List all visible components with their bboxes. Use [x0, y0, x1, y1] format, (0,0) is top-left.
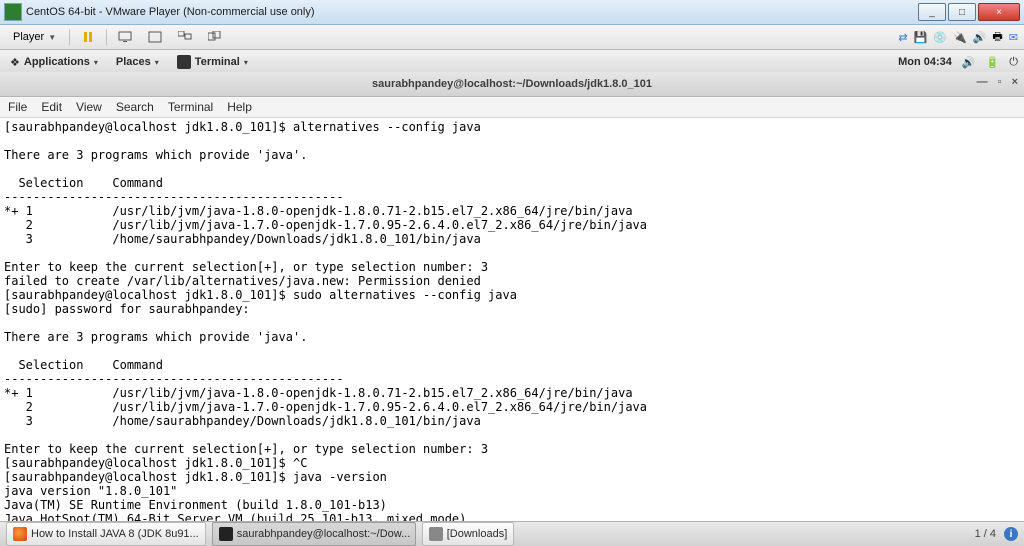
chevron-down-icon: ▾ — [244, 58, 248, 67]
terminal-titlebar[interactable]: saurabhpandey@localhost:~/Downloads/jdk1… — [0, 72, 1024, 97]
menu-edit[interactable]: Edit — [41, 100, 62, 114]
vmware-sound-icon[interactable]: 🔊 — [973, 31, 987, 44]
vmware-unity-button[interactable] — [173, 27, 197, 47]
terminal-text: [saurabhpandey@localhost jdk1.8.0_101]$ … — [4, 120, 647, 540]
win7-title: CentOS 64-bit - VMware Player (Non-comme… — [26, 6, 315, 18]
win7-minimize-button[interactable]: _ — [918, 3, 946, 21]
task-label: How to Install JAVA 8 (JDK 8u91... — [31, 528, 199, 540]
terminal-close-button[interactable]: × — [1012, 76, 1018, 88]
vmware-cd-icon[interactable]: 💿 — [933, 31, 947, 44]
firefox-icon — [13, 527, 27, 541]
volume-icon[interactable]: 🔊 — [962, 56, 976, 69]
menu-file[interactable]: File — [8, 100, 27, 114]
vmware-disk-icon[interactable]: 💾 — [914, 31, 928, 44]
places-label: Places — [116, 56, 151, 68]
screen-icon — [118, 31, 132, 43]
workspace-indicator[interactable]: 1 / 4 — [975, 528, 996, 540]
vmware-player-menu[interactable]: Player ▼ — [6, 28, 63, 46]
vmware-pause-button[interactable] — [76, 27, 100, 47]
task-firefox[interactable]: How to Install JAVA 8 (JDK 8u91... — [6, 522, 206, 546]
vmware-printer-icon[interactable]: 🖶 — [992, 28, 1002, 47]
separator — [106, 29, 107, 45]
gnome-clock[interactable]: Mon 04:34 — [898, 56, 952, 68]
menu-help[interactable]: Help — [227, 100, 252, 114]
vmware-icon — [4, 3, 22, 21]
gnome-bottom-panel: How to Install JAVA 8 (JDK 8u91... saura… — [0, 521, 1024, 546]
task-label: saurabhpandey@localhost:~/Dow... — [237, 528, 411, 540]
gnome-places-menu[interactable]: Places ▾ — [112, 54, 163, 70]
win7-titlebar: CentOS 64-bit - VMware Player (Non-comme… — [0, 0, 1024, 25]
folder-icon — [429, 527, 443, 541]
vmware-toolbar: Player ▼ ⇄ 💾 💿 🔌 🔊 🖶 ✉ — [0, 25, 1024, 50]
win7-close-button[interactable]: × — [978, 3, 1020, 21]
cycle-icon — [208, 31, 222, 43]
vmware-send-ctrl-alt-del-button[interactable] — [113, 27, 137, 47]
terminal-title: saurabhpandey@localhost:~/Downloads/jdk1… — [372, 78, 652, 90]
vmware-cycle-button[interactable] — [203, 27, 227, 47]
terminal-icon — [219, 527, 233, 541]
vmware-network-icon[interactable]: ⇄ — [898, 31, 907, 44]
vmware-usb-icon[interactable]: 🔌 — [953, 31, 967, 44]
menu-view[interactable]: View — [76, 100, 102, 114]
power-icon[interactable]: ⏻ — [1009, 56, 1018, 69]
chevron-down-icon: ▼ — [48, 33, 56, 42]
desktop: saurabhpandey@localhost:~/Downloads/jdk1… — [0, 72, 1024, 522]
separator — [69, 29, 70, 45]
pause-icon — [84, 32, 92, 42]
terminal-minimize-button[interactable]: — — [977, 76, 988, 88]
windows-icon — [178, 31, 192, 43]
fullscreen-icon — [148, 31, 162, 43]
vmware-player-label: Player — [13, 31, 44, 43]
vmware-fullscreen-button[interactable] — [143, 27, 167, 47]
chevron-down-icon: ▾ — [94, 58, 98, 67]
chevron-down-icon: ▾ — [155, 58, 159, 67]
task-downloads[interactable]: [Downloads] — [422, 522, 515, 546]
vmware-message-icon[interactable]: ✉ — [1009, 31, 1018, 44]
task-terminal[interactable]: saurabhpandey@localhost:~/Dow... — [212, 522, 416, 546]
terminal-output[interactable]: [saurabhpandey@localhost jdk1.8.0_101]$ … — [0, 118, 1024, 542]
applications-label: Applications — [24, 56, 90, 68]
terminal-menubar: File Edit View Search Terminal Help — [0, 97, 1024, 118]
terminal-maximize-button[interactable]: ▫ — [998, 76, 1002, 88]
terminal-label: Terminal — [195, 56, 240, 68]
task-label: [Downloads] — [447, 528, 508, 540]
battery-icon[interactable]: 🔋 — [986, 56, 1000, 69]
menu-terminal[interactable]: Terminal — [168, 100, 213, 114]
applications-icon: ❖ — [10, 56, 20, 69]
gnome-applications-menu[interactable]: ❖ Applications ▾ — [6, 54, 102, 71]
menu-search[interactable]: Search — [116, 100, 154, 114]
gnome-terminal-app-menu[interactable]: Terminal ▾ — [173, 53, 252, 71]
notification-badge-icon[interactable]: i — [1004, 527, 1018, 541]
terminal-icon — [177, 55, 191, 69]
win7-maximize-button[interactable]: □ — [948, 3, 976, 21]
